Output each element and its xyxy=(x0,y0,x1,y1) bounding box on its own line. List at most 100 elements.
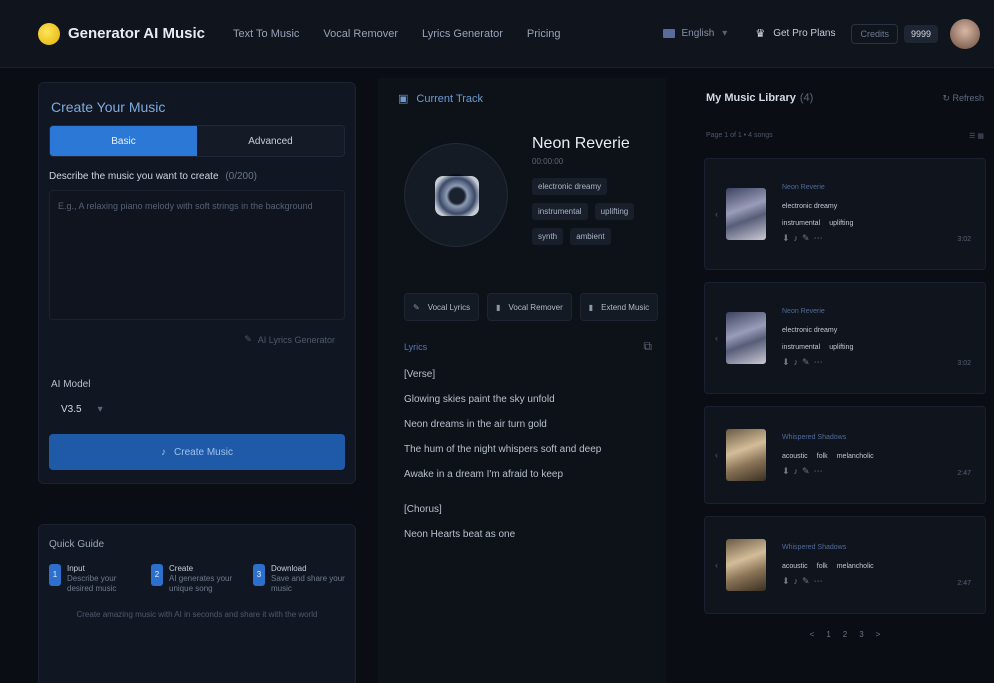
song-actions[interactable]: ⬇♪✎⋯ xyxy=(782,357,985,368)
create-music-button[interactable]: ♪ Create Music xyxy=(49,434,345,470)
ai-model-select[interactable]: V3.5 ▾ xyxy=(49,398,345,420)
track-tag: synth xyxy=(532,228,564,245)
song-tag: electronic dreamy xyxy=(782,203,838,210)
guide-step: 2 Create AI generates your unique song xyxy=(151,564,243,594)
music-icon: ▣ xyxy=(398,93,409,105)
description-input[interactable]: E.g., A relaxing piano melody with soft … xyxy=(49,190,345,320)
view-toggle-icons[interactable]: ☰ ▦ xyxy=(969,132,984,140)
step-title: Input xyxy=(67,564,85,573)
nav-link-pricing[interactable]: Pricing xyxy=(527,28,561,40)
lyrics-section: Lyrics ⧉ [Verse] Glowing skies paint the… xyxy=(404,339,652,541)
pager-page[interactable]: 1 xyxy=(826,630,830,639)
song-actions[interactable]: ⬇♪✎⋯ xyxy=(782,466,985,477)
lyric-gap xyxy=(404,493,652,503)
song-duration: 3:02 xyxy=(957,236,971,243)
ai-lyrics-button[interactable]: ✎ AI Lyrics Generator xyxy=(49,334,335,345)
sparkle-icon: ✎ xyxy=(244,334,252,344)
song-tag: acoustic xyxy=(782,562,808,570)
track-header: Neon Reverie 00:00:00 electronic dreamy … xyxy=(378,105,666,253)
list-item[interactable]: ‹ Neon Reverie electronic dreamy instrum… xyxy=(704,282,986,394)
current-track-heading: ▣ Current Track xyxy=(378,78,666,106)
lyric-line: [Chorus] xyxy=(404,504,442,515)
library-count: (4) xyxy=(799,92,814,104)
pager-page[interactable]: 3 xyxy=(859,630,863,639)
vocal-remover-label: Vocal Remover xyxy=(508,302,563,312)
song-tag: electronic dreamy xyxy=(782,327,838,334)
song-tags: acoustic folk melancholic xyxy=(782,449,985,466)
pagination: < 1 2 3 > xyxy=(704,626,986,639)
library-header: My Music Library (4) ↻ Refresh xyxy=(694,78,990,104)
refresh-button[interactable]: ↻ Refresh xyxy=(942,93,984,104)
step-number: 2 xyxy=(151,564,163,586)
quick-guide-title: Quick Guide xyxy=(49,539,105,550)
lyric-line: Awake in a dream I'm afraid to keep xyxy=(404,469,564,480)
lyric-line: Glowing skies paint the sky unfold xyxy=(404,394,555,405)
song-tag: melancholic xyxy=(836,562,874,570)
song-cover xyxy=(726,539,766,591)
language-selector[interactable]: English ▾ xyxy=(663,28,727,39)
song-duration: 3:02 xyxy=(957,360,971,367)
crown-icon: ♛ xyxy=(755,28,766,40)
song-tag: instrumental xyxy=(782,220,821,227)
nav-link-vocal-remover[interactable]: Vocal Remover xyxy=(323,28,398,40)
extend-icon: ▮ xyxy=(588,302,594,312)
library-subheader: Page 1 of 1 • 4 songs ☰ ▦ xyxy=(694,104,990,140)
split-icon: ▮ xyxy=(496,302,501,312)
music-library-panel: My Music Library (4) ↻ Refresh Page 1 of … xyxy=(694,78,990,683)
song-cover xyxy=(726,188,766,240)
track-tag: ambient xyxy=(570,228,611,245)
vocal-lyrics-button[interactable]: ✎ Vocal Lyrics xyxy=(404,293,480,321)
credits-label: Credits xyxy=(851,23,898,44)
song-duration: 2:47 xyxy=(957,470,971,477)
list-item[interactable]: ‹ Whispered Shadows acoustic folk melanc… xyxy=(704,516,986,614)
song-tags: electronic dreamy instrumental uplifting xyxy=(782,199,985,233)
track-title: Neon Reverie xyxy=(532,135,630,152)
get-pro-label: Get Pro Plans xyxy=(773,28,836,39)
step-text: Create AI generates your unique song xyxy=(169,564,243,594)
brand-name[interactable]: Generator AI Music xyxy=(68,25,205,42)
list-item[interactable]: ‹ Neon Reverie electronic dreamy instrum… xyxy=(704,158,986,270)
step-number: 1 xyxy=(49,564,61,586)
ai-model-value: V3.5 xyxy=(61,403,82,415)
pager-page[interactable]: 2 xyxy=(843,630,847,639)
avatar[interactable] xyxy=(950,18,980,49)
nav-link-text-to-music[interactable]: Text To Music xyxy=(233,28,299,40)
create-title: Create Your Music xyxy=(51,99,166,115)
copy-icon[interactable]: ⧉ xyxy=(643,339,652,354)
pager-prev[interactable]: < xyxy=(810,630,815,639)
current-track-heading-text: Current Track xyxy=(416,92,484,105)
song-meta: Whispered Shadows acoustic folk melancho… xyxy=(782,434,985,477)
get-pro-button[interactable]: ♛ Get Pro Plans xyxy=(755,27,835,40)
extend-music-button[interactable]: ▮ Extend Music xyxy=(579,293,659,321)
song-tag: instrumental xyxy=(782,344,821,351)
track-tag: uplifting xyxy=(594,203,635,220)
song-actions[interactable]: ⬇♪✎⋯ xyxy=(782,233,985,244)
list-item[interactable]: ‹ Whispered Shadows acoustic folk melanc… xyxy=(704,406,986,504)
library-title: My Music Library (4) xyxy=(706,92,813,104)
logo-icon xyxy=(38,22,60,45)
song-title: Neon Reverie xyxy=(782,308,825,315)
create-card: Create Your Music Basic Advanced Describ… xyxy=(38,82,356,484)
library-list: ‹ Neon Reverie electronic dreamy instrum… xyxy=(694,140,990,639)
vocal-remover-button[interactable]: ▮ Vocal Remover xyxy=(487,293,572,321)
ai-model-label: AI Model xyxy=(51,379,91,390)
song-duration: 2:47 xyxy=(957,580,971,587)
song-tag: acoustic xyxy=(782,452,808,460)
lyric-line: Neon Hearts beat as one xyxy=(404,529,516,540)
quick-guide-steps: 1 Input Describe your desired music 2 Cr… xyxy=(49,564,345,594)
song-actions[interactable]: ⬇♪✎⋯ xyxy=(782,576,985,587)
step-number: 3 xyxy=(253,564,265,586)
song-title: Whispered Shadows xyxy=(782,433,847,441)
song-meta: Neon Reverie electronic dreamy instrumen… xyxy=(782,308,985,368)
mode-advanced-button[interactable]: Advanced xyxy=(197,126,344,156)
song-meta: Whispered Shadows acoustic folk melancho… xyxy=(782,544,985,587)
track-info: Neon Reverie 00:00:00 electronic dreamy … xyxy=(532,135,642,253)
quick-guide-card: Quick Guide 1 Input Describe your desire… xyxy=(38,524,356,683)
nav-link-lyrics-generator[interactable]: Lyrics Generator xyxy=(422,28,503,40)
song-cover xyxy=(726,429,766,481)
step-title: Create xyxy=(169,564,194,573)
library-page-info: Page 1 of 1 • 4 songs xyxy=(706,132,773,139)
pager-next[interactable]: > xyxy=(876,630,881,639)
mode-basic-button[interactable]: Basic xyxy=(50,126,197,156)
vinyl-disc[interactable] xyxy=(404,143,508,247)
